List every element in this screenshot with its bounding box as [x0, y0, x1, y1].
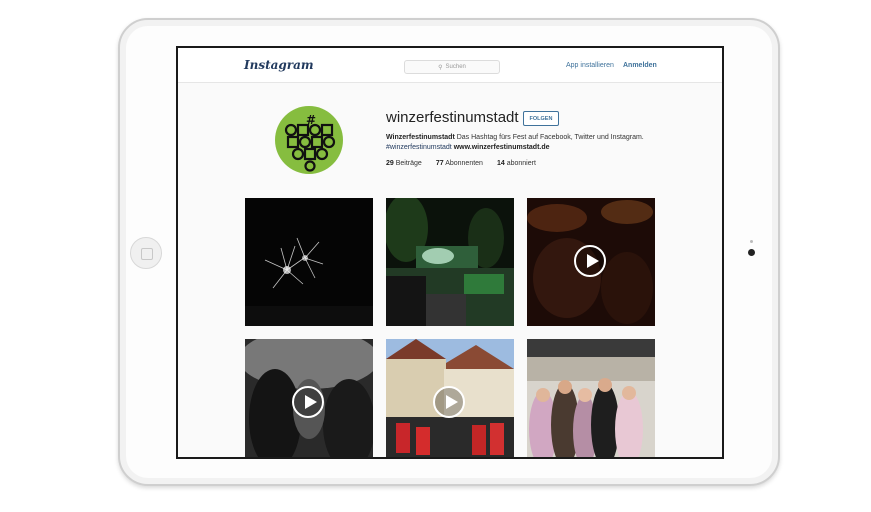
post-fireworks[interactable] [245, 198, 373, 326]
post-concert-stage[interactable] [386, 198, 514, 326]
video-play-icon[interactable] [433, 386, 465, 418]
profile-stats: 29 Beiträge 77 Abonnenten 14 abonniert [386, 160, 536, 167]
profile-bio: Winzerfestinumstadt Das Hashtag fürs Fes… [386, 133, 706, 153]
follow-button[interactable]: FOLGEN [523, 111, 559, 126]
instagram-logo[interactable]: Instagram [244, 58, 314, 72]
login-link[interactable]: Anmelden [623, 62, 657, 69]
post-group-photo[interactable] [527, 339, 655, 457]
video-play-icon[interactable] [292, 386, 324, 418]
screen: Instagram ⚲ Suchen App installieren Anme… [176, 46, 724, 459]
app-install-link[interactable]: App installieren [566, 62, 614, 69]
search-input[interactable]: ⚲ Suchen [404, 60, 500, 74]
sensor-dot [750, 240, 753, 243]
video-play-icon[interactable] [574, 245, 606, 277]
fireworks-image [245, 198, 373, 326]
avatar[interactable]: # [275, 106, 343, 174]
bio-name: Winzerfestinumstadt [386, 134, 455, 141]
bio-text: Das Hashtag fürs Fest auf Facebook, Twit… [454, 134, 644, 141]
post-crowd-night[interactable] [527, 198, 655, 326]
stat-following[interactable]: 14 abonniert [497, 160, 536, 167]
camera-icon [748, 249, 755, 256]
search-icon: ⚲ [438, 64, 443, 71]
profile-username: winzerfestinumstadt [386, 109, 519, 126]
website-link[interactable]: www.winzerfestinumstadt.de [454, 144, 550, 151]
top-navigation-bar: Instagram ⚲ Suchen App installieren Anme… [178, 48, 722, 83]
stat-posts[interactable]: 29 Beiträge [386, 160, 422, 167]
search-placeholder: Suchen [445, 64, 466, 70]
group-photo-image [527, 339, 655, 457]
home-button[interactable] [130, 237, 162, 269]
grape-logo-icon: # [284, 113, 336, 172]
post-crowd-bw[interactable] [245, 339, 373, 457]
concert-image [386, 198, 514, 326]
post-band-parade[interactable] [386, 339, 514, 457]
hashtag-link[interactable]: #winzerfestinumstadt [386, 144, 452, 151]
stat-followers[interactable]: 77 Abonnenten [436, 160, 483, 167]
